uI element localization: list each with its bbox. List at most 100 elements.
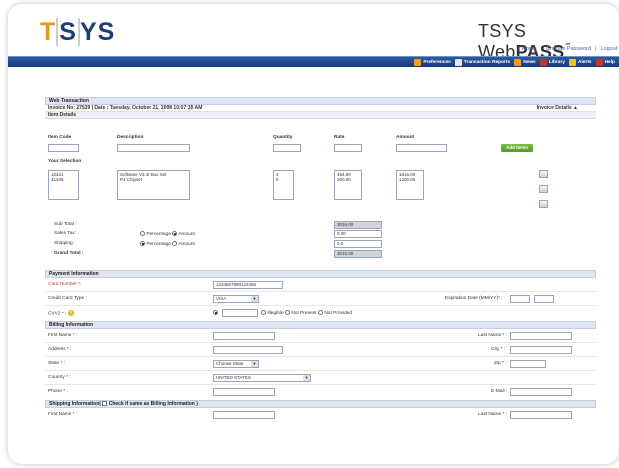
expiration-year-input[interactable] — [534, 295, 554, 303]
preferences-icon — [414, 59, 422, 66]
cvv-label: CVV2 * : — [48, 311, 67, 317]
invoice-details-toggle[interactable]: Invoice Details ▲ — [537, 105, 578, 111]
billing-address-label: Address * : — [48, 347, 72, 352]
rate-input[interactable] — [334, 144, 362, 152]
cvv-input[interactable] — [222, 309, 258, 317]
rate-label: Rate — [334, 135, 345, 140]
card-type-select[interactable]: VISA — [213, 295, 259, 303]
logo-letters-ys: YS — [79, 18, 116, 46]
sales-tax-amount-radio[interactable] — [172, 231, 178, 236]
logo-letter-s: S — [56, 18, 80, 46]
selected-amounts-list[interactable]: 1816.00 1200.00 — [396, 170, 424, 200]
list-item[interactable]: P4 Chipset — [120, 177, 187, 182]
nav-preferences[interactable]: Preferences — [414, 58, 451, 67]
radio-label: Amount — [178, 231, 195, 237]
billing-last-name-input[interactable] — [510, 332, 572, 340]
sales-tax-input[interactable]: 0.00 — [334, 230, 382, 238]
expiration-month-input[interactable] — [510, 295, 530, 303]
sales-tax-percentage-radio[interactable] — [140, 231, 145, 236]
selected-rates-list[interactable]: 454.00 260.00 — [334, 170, 362, 200]
shipping-options: Percentage Amount — [140, 241, 195, 247]
billing-phone-input[interactable] — [213, 388, 275, 396]
nav-bar: Preferences Transaction Reports News Lib… — [8, 56, 619, 67]
nav-transaction-reports[interactable]: Transaction Reports — [454, 58, 511, 67]
list-item[interactable]: 41345 — [51, 177, 76, 182]
nav-label: Help — [604, 60, 615, 65]
billing-state-select[interactable]: Choose State — [213, 360, 259, 368]
radio-label: Not Present — [291, 310, 317, 316]
your-selection-label: Your Selection — [48, 159, 82, 164]
sub-total-value: 3016.00 — [334, 221, 382, 229]
amount-input[interactable] — [396, 144, 447, 152]
cvv-not-provided-radio[interactable] — [318, 310, 323, 315]
help-icon — [595, 59, 603, 66]
nav-label: Preferences — [423, 60, 451, 65]
move-up-button[interactable] — [539, 170, 548, 178]
item-code-label: Item Code — [48, 135, 72, 140]
item-code-input[interactable] — [48, 144, 79, 152]
nav-label: Transaction Reports — [463, 60, 511, 65]
list-item[interactable]: 5 — [276, 177, 291, 182]
divider — [45, 384, 596, 385]
billing-last-name-label: Last Name * : — [478, 333, 508, 338]
tsys-logo[interactable]: T S YS — [40, 18, 115, 47]
selected-quantities-list[interactable]: 4 5 — [273, 170, 294, 200]
quantity-input[interactable] — [273, 144, 301, 152]
billing-email-label: E-Mail : — [491, 389, 508, 394]
radio-label: Amount — [178, 241, 195, 247]
same-as-billing-checkbox[interactable] — [102, 401, 108, 407]
card-number-input[interactable]: 1234567890123456 — [213, 281, 283, 289]
amount-label: Amount — [396, 135, 415, 140]
shipping-first-name-input[interactable] — [213, 411, 275, 419]
radio-label: Illegible — [267, 310, 284, 316]
nav-library[interactable]: Library — [539, 58, 565, 67]
billing-zip-input[interactable] — [510, 360, 546, 368]
nav-news[interactable]: News — [514, 58, 536, 67]
shipping-last-name-label: Last Name * : — [478, 412, 508, 417]
selected-codes-list[interactable]: 12421 41345 — [48, 170, 79, 200]
shipping-last-name-input[interactable] — [510, 411, 572, 419]
billing-country-label: Country * : — [48, 375, 71, 380]
transaction-panel: Web Transaction Invoice No: 27539 | Date… — [45, 97, 596, 437]
home-link[interactable]: Home — [522, 46, 537, 52]
move-down-button[interactable] — [539, 185, 548, 193]
nav-alerts[interactable]: Alerts — [568, 58, 592, 67]
description-input[interactable] — [117, 144, 190, 152]
header: T S YS TSYS WebPASS℠ Home | Change Password |… — [8, 4, 619, 62]
billing-city-input[interactable] — [510, 346, 572, 354]
billing-city-label: City * : — [491, 347, 506, 352]
cvv-not-present-radio[interactable] — [284, 310, 290, 315]
help-icon[interactable]: ? — [67, 310, 74, 316]
cvv-illegible-radio[interactable] — [261, 310, 266, 315]
billing-email-input[interactable] — [510, 388, 572, 396]
change-password-link[interactable]: Change Password — [546, 46, 591, 52]
shipping-label: Shipping : — [54, 241, 76, 246]
alerts-icon — [568, 59, 576, 66]
shipping-amount-radio[interactable] — [172, 241, 178, 246]
reports-icon — [454, 59, 462, 66]
invoice-info: Invoice No: 27539 | Date : Tuesday, Octo… — [48, 105, 203, 111]
nav-help[interactable]: Help — [595, 58, 615, 67]
sales-tax-label: Sales Tax: — [54, 231, 77, 236]
list-item[interactable]: 260.00 — [337, 177, 359, 182]
shipping-percentage-radio[interactable] — [140, 241, 145, 246]
same-as-billing-label: Check if same as Billing Information ) — [108, 401, 198, 407]
add-items-button[interactable]: Add Items — [501, 144, 533, 152]
divider — [45, 305, 596, 306]
shipping-input[interactable]: 0.0 — [334, 240, 382, 248]
cvv-value-radio[interactable] — [213, 310, 218, 315]
list-item[interactable]: 1200.00 — [399, 177, 421, 182]
link-separator: | — [540, 46, 543, 52]
billing-address-input[interactable] — [213, 346, 283, 354]
cvv-options — [213, 310, 218, 316]
billing-first-name-input[interactable] — [213, 332, 275, 340]
remove-item-button[interactable] — [539, 200, 548, 208]
cvv-other-options: Illegible Not Present Not Provided — [261, 310, 352, 316]
selected-descriptions-list[interactable]: Software V3.4I Box Set P4 Chipset — [117, 170, 190, 200]
divider — [45, 370, 596, 371]
cvv-label-group: CVV2 * : ? — [48, 310, 74, 316]
divider — [45, 356, 596, 357]
logout-link[interactable]: Logout — [601, 46, 618, 52]
radio-label: Percentage — [146, 241, 171, 247]
billing-country-select[interactable]: UNITED STATES — [213, 374, 311, 382]
